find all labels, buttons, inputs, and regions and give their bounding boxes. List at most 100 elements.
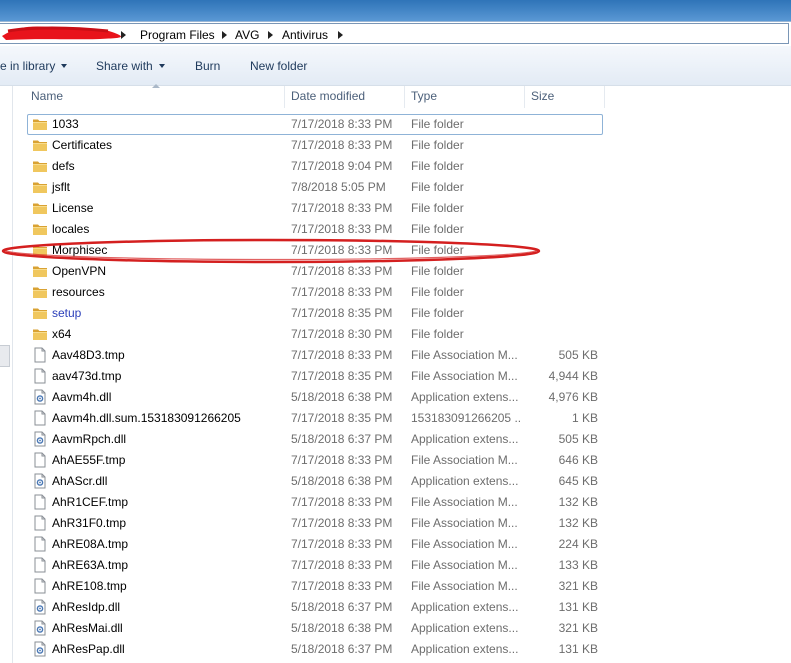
column-header-size[interactable]: Size <box>525 86 605 108</box>
file-date-modified: 7/17/2018 9:04 PM <box>291 159 393 173</box>
file-row[interactable]: AhAE55F.tmp 7/17/2018 8:33 PM File Associa… <box>25 450 605 471</box>
file-row[interactable]: jsflt 7/8/2018 5:05 PM File folder <box>25 177 605 198</box>
file-row[interactable]: 1033 7/17/2018 8:33 PM File folder <box>25 114 605 135</box>
file-type: File folder <box>411 327 464 341</box>
file-date-modified: 7/17/2018 8:33 PM <box>291 117 393 131</box>
file-type: File folder <box>411 117 464 131</box>
file-row[interactable]: AhAScr.dll 5/18/2018 6:38 PM Application e… <box>25 471 605 492</box>
file-date-modified: 5/18/2018 6:37 PM <box>291 432 393 446</box>
column-header-type[interactable]: Type <box>405 86 525 108</box>
breadcrumb-program-files[interactable]: Program Files <box>140 28 215 42</box>
file-type: File folder <box>411 285 464 299</box>
file-date-modified: 7/17/2018 8:35 PM <box>291 369 393 383</box>
file-date-modified: 7/17/2018 8:30 PM <box>291 327 393 341</box>
file-type: File Association M... <box>411 558 518 572</box>
file-row[interactable]: Certificates 7/17/2018 8:33 PM File folder <box>25 135 605 156</box>
file-row[interactable]: AhR31F0.tmp 7/17/2018 8:33 PM File Associa… <box>25 513 605 534</box>
file-type: File folder <box>411 222 464 236</box>
file-row[interactable]: aav473d.tmp 7/17/2018 8:35 PM File Associa… <box>25 366 605 387</box>
file-row[interactable]: AhResMai.dll 5/18/2018 6:38 PM Application… <box>25 618 605 639</box>
file-row[interactable]: resources 7/17/2018 8:33 PM File folder <box>25 282 605 303</box>
file-name: defs <box>52 159 75 173</box>
folder-icon <box>32 179 48 195</box>
folder-icon <box>32 326 48 342</box>
address-breadcrumb-field[interactable]: Program Files AVG Antivirus <box>0 23 789 44</box>
file-date-modified: 5/18/2018 6:38 PM <box>291 621 393 635</box>
file-name: jsflt <box>52 180 70 194</box>
file-row[interactable]: Aav48D3.tmp 7/17/2018 8:33 PM File Associa… <box>25 345 605 366</box>
navigation-pane-scroll-tab[interactable] <box>0 345 10 367</box>
file-row[interactable]: defs 7/17/2018 9:04 PM File folder <box>25 156 605 177</box>
file-row[interactable]: AavmRpch.dll 5/18/2018 6:37 PM Application… <box>25 429 605 450</box>
file-row[interactable]: AhResIdp.dll 5/18/2018 6:37 PM Application… <box>25 597 605 618</box>
file-row[interactable]: AhResPap.dll 5/18/2018 6:37 PM Application… <box>25 639 605 660</box>
file-row[interactable]: AhR1CEF.tmp 7/17/2018 8:33 PM File Associa… <box>25 492 605 513</box>
file-row[interactable]: License 7/17/2018 8:33 PM File folder <box>25 198 605 219</box>
window-title-bar <box>0 0 791 21</box>
file-row[interactable]: Aavm4h.dll.sum.153183091266205 7/17/2018 … <box>25 408 605 429</box>
file-name: AhResMai.dll <box>52 621 123 635</box>
file-date-modified: 7/17/2018 8:33 PM <box>291 453 393 467</box>
include-in-library-button[interactable]: e in library <box>0 59 68 73</box>
breadcrumb-separator-icon[interactable] <box>121 31 126 39</box>
breadcrumb-antivirus[interactable]: Antivirus <box>282 28 328 42</box>
breadcrumb-separator-icon[interactable] <box>268 31 273 39</box>
file-size: 4,976 KB <box>548 390 598 404</box>
file-date-modified: 5/18/2018 6:38 PM <box>291 474 393 488</box>
navigation-pane[interactable] <box>0 86 13 663</box>
file-type: File Association M... <box>411 369 518 383</box>
file-row[interactable]: setup 7/17/2018 8:35 PM File folder <box>25 303 605 324</box>
file-size: 131 KB <box>558 600 598 614</box>
file-size: 646 KB <box>558 453 598 467</box>
file-size: 224 KB <box>558 537 598 551</box>
dll-icon <box>32 431 48 447</box>
file-date-modified: 7/17/2018 8:33 PM <box>291 579 393 593</box>
file-size: 132 KB <box>558 495 598 509</box>
folder-icon <box>32 158 48 174</box>
file-name: setup <box>52 306 82 320</box>
folder-icon <box>32 221 48 237</box>
dll-icon <box>32 620 48 636</box>
folder-icon <box>32 305 48 321</box>
file-name: AhAE55F.tmp <box>52 453 126 467</box>
file-size: 321 KB <box>558 579 598 593</box>
file-size: 321 KB <box>558 621 598 635</box>
breadcrumb-separator-icon[interactable] <box>338 31 343 39</box>
dll-icon <box>32 473 48 489</box>
chevron-down-icon <box>158 64 165 68</box>
file-type: File folder <box>411 138 464 152</box>
file-row[interactable]: AhRE63A.tmp 7/17/2018 8:33 PM File Associa… <box>25 555 605 576</box>
share-with-button[interactable]: Share with <box>96 59 165 73</box>
file-name: resources <box>52 285 105 299</box>
file-type: File Association M... <box>411 516 518 530</box>
file-date-modified: 5/18/2018 6:37 PM <box>291 600 393 614</box>
file-type: File folder <box>411 306 464 320</box>
file-type: File Association M... <box>411 495 518 509</box>
file-row[interactable]: AhRE08A.tmp 7/17/2018 8:33 PM File Associa… <box>25 534 605 555</box>
file-name: AhResPap.dll <box>52 642 125 656</box>
file-row[interactable]: AhRE108.tmp 7/17/2018 8:33 PM File Associa… <box>25 576 605 597</box>
file-date-modified: 7/17/2018 8:33 PM <box>291 201 393 215</box>
breadcrumb-separator-icon[interactable] <box>222 31 227 39</box>
file-row[interactable]: x64 7/17/2018 8:30 PM File folder <box>25 324 605 345</box>
new-folder-button[interactable]: New folder <box>250 59 307 73</box>
redaction-scribble <box>2 26 121 40</box>
file-row[interactable]: Aavm4h.dll 5/18/2018 6:38 PM Application e… <box>25 387 605 408</box>
file-date-modified: 7/8/2018 5:05 PM <box>291 180 386 194</box>
file-size: 4,944 KB <box>548 369 598 383</box>
command-toolbar: e in library Share with Burn New folder <box>0 46 791 86</box>
file-date-modified: 7/17/2018 8:33 PM <box>291 222 393 236</box>
include-in-library-label: e in library <box>0 59 56 73</box>
file-date-modified: 7/17/2018 8:33 PM <box>291 495 393 509</box>
breadcrumb-avg[interactable]: AVG <box>235 28 259 42</box>
file-name: locales <box>52 222 90 236</box>
file-name: AhRE08A.tmp <box>52 537 129 551</box>
file-date-modified: 7/17/2018 8:33 PM <box>291 537 393 551</box>
file-date-modified: 7/17/2018 8:35 PM <box>291 411 393 425</box>
column-header-date-modified[interactable]: Date modified <box>285 86 405 108</box>
file-date-modified: 7/17/2018 8:33 PM <box>291 558 393 572</box>
column-header-name[interactable]: Name <box>25 84 285 108</box>
burn-button[interactable]: Burn <box>195 59 220 73</box>
column-header-name-label: Name <box>31 89 64 103</box>
file-name: aav473d.tmp <box>52 369 122 383</box>
